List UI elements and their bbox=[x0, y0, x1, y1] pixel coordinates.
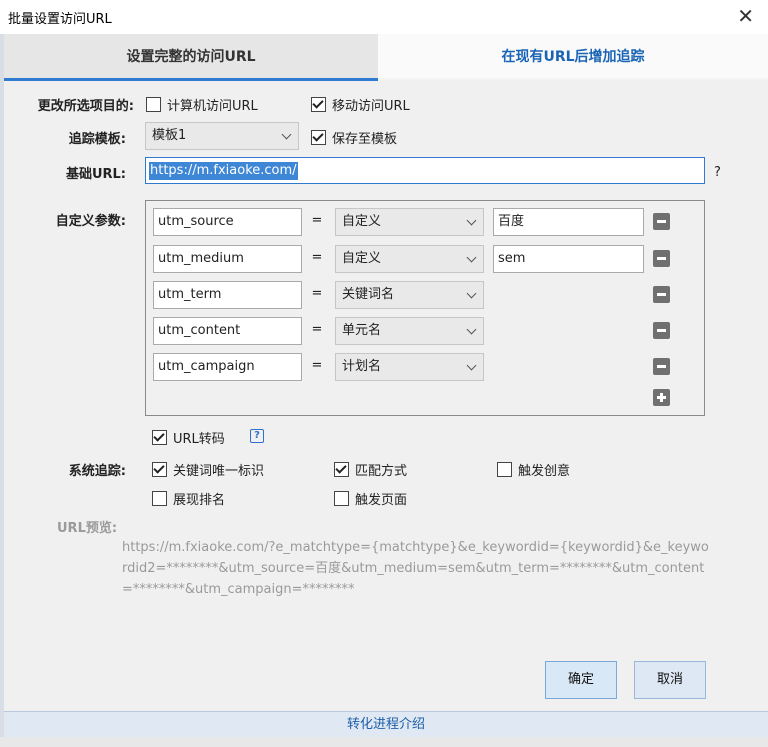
mobile-url-checkbox-box[interactable] bbox=[311, 97, 326, 112]
trigger-creative-checkbox[interactable]: 触发创意 bbox=[497, 460, 570, 479]
param-name-input[interactable]: utm_campaign bbox=[153, 353, 302, 381]
url-preview-text: https://m.fxiaoke.com/?e_matchtype={matc… bbox=[122, 540, 709, 597]
chevron-down-icon bbox=[281, 129, 292, 140]
param-type-value: 关键词名 bbox=[342, 287, 395, 302]
title-bar: 批量设置访问URL ✕ bbox=[0, 0, 768, 34]
help-icon[interactable]: ? bbox=[250, 429, 264, 443]
param-value-input[interactable]: sem bbox=[493, 245, 644, 273]
trigger-creative-checkbox-box[interactable] bbox=[497, 462, 512, 477]
pc-url-checkbox[interactable]: 计算机访问URL bbox=[146, 95, 258, 114]
param-type-select[interactable]: 单元名 bbox=[335, 317, 484, 345]
chevron-down-icon bbox=[466, 324, 477, 335]
tab-append-tracking[interactable]: 在现有URL后增加追踪 bbox=[378, 34, 768, 78]
save-template-checkbox-label: 保存至模板 bbox=[332, 132, 398, 147]
bottom-strip bbox=[0, 737, 768, 747]
equals-sign: = bbox=[311, 250, 323, 265]
window-title: 批量设置访问URL bbox=[8, 12, 112, 27]
mobile-url-checkbox-label: 移动访问URL bbox=[332, 99, 410, 114]
template-label: 追踪模板: bbox=[68, 132, 126, 147]
param-name-input[interactable]: utm_term bbox=[153, 281, 302, 309]
equals-sign: = bbox=[311, 322, 323, 337]
custom-params-panel: utm_source = 自定义 百度 utm_medium = 自定义 sem… bbox=[145, 200, 705, 416]
param-type-select[interactable]: 计划名 bbox=[335, 353, 484, 381]
url-preview-label: URL预览: bbox=[57, 521, 118, 536]
custom-params-label: 自定义参数: bbox=[55, 214, 126, 229]
equals-sign: = bbox=[311, 358, 323, 373]
chevron-down-icon bbox=[466, 288, 477, 299]
pc-url-checkbox-box[interactable] bbox=[146, 97, 161, 112]
keyword-id-checkbox-box[interactable] bbox=[152, 462, 167, 477]
trigger-page-checkbox[interactable]: 触发页面 bbox=[334, 489, 407, 508]
remove-param-icon[interactable] bbox=[653, 250, 670, 267]
remove-param-icon[interactable] bbox=[653, 358, 670, 375]
param-type-value: 单元名 bbox=[342, 323, 382, 338]
remove-param-icon[interactable] bbox=[653, 286, 670, 303]
tab-full-url[interactable]: 设置完整的访问URL bbox=[4, 34, 378, 81]
match-type-checkbox-label: 匹配方式 bbox=[355, 464, 408, 479]
template-select[interactable]: 模板1 bbox=[145, 122, 299, 150]
mobile-url-checkbox[interactable]: 移动访问URL bbox=[311, 95, 410, 114]
param-name-input[interactable]: utm_medium bbox=[153, 245, 302, 273]
base-url-label: 基础URL: bbox=[65, 167, 126, 182]
chevron-down-icon bbox=[466, 252, 477, 263]
ok-button[interactable]: 确定 bbox=[545, 661, 617, 699]
modify-target-label: 更改所选项目的: bbox=[37, 99, 134, 114]
chevron-down-icon bbox=[466, 360, 477, 371]
close-icon[interactable]: ✕ bbox=[737, 4, 754, 28]
url-encode-checkbox-box[interactable] bbox=[152, 430, 167, 445]
remove-param-icon[interactable] bbox=[653, 213, 670, 230]
param-type-value: 计划名 bbox=[342, 359, 382, 374]
param-type-select[interactable]: 关键词名 bbox=[335, 281, 484, 309]
pc-url-checkbox-label: 计算机访问URL bbox=[167, 99, 258, 114]
base-url-help-icon[interactable]: ? bbox=[714, 165, 721, 180]
base-url-value: https://m.fxiaoke.com/ bbox=[149, 162, 298, 180]
system-tracking-label: 系统追踪: bbox=[68, 464, 126, 479]
match-type-checkbox-box[interactable] bbox=[334, 462, 349, 477]
param-type-select[interactable]: 自定义 bbox=[335, 245, 484, 273]
trigger-page-checkbox-box[interactable] bbox=[334, 491, 349, 506]
trigger-creative-checkbox-label: 触发创意 bbox=[518, 464, 571, 479]
param-type-select[interactable]: 自定义 bbox=[335, 208, 484, 236]
keyword-id-checkbox-label: 关键词唯一标识 bbox=[173, 464, 265, 479]
remove-param-icon[interactable] bbox=[653, 322, 670, 339]
param-type-value: 自定义 bbox=[342, 251, 382, 266]
chevron-down-icon bbox=[466, 215, 477, 226]
template-select-value: 模板1 bbox=[152, 128, 187, 143]
conversion-intro-link[interactable]: 转化进程介绍 bbox=[4, 711, 768, 738]
show-rank-checkbox[interactable]: 展现排名 bbox=[152, 489, 225, 508]
cancel-button[interactable]: 取消 bbox=[634, 661, 706, 699]
param-name-input[interactable]: utm_source bbox=[153, 208, 302, 236]
base-url-input[interactable]: https://m.fxiaoke.com/ bbox=[145, 157, 705, 184]
url-encode-checkbox[interactable]: URL转码 bbox=[152, 428, 225, 447]
param-name-input[interactable]: utm_content bbox=[153, 317, 302, 345]
equals-sign: = bbox=[311, 286, 323, 301]
window-left-edge bbox=[0, 34, 4, 747]
save-template-checkbox-box[interactable] bbox=[311, 130, 326, 145]
save-template-checkbox[interactable]: 保存至模板 bbox=[311, 128, 397, 147]
keyword-id-checkbox[interactable]: 关键词唯一标识 bbox=[152, 460, 264, 479]
tab-bar: 设置完整的访问URL 在现有URL后增加追踪 bbox=[4, 34, 768, 81]
param-value-input[interactable]: 百度 bbox=[493, 208, 644, 236]
add-param-icon[interactable] bbox=[653, 389, 670, 406]
equals-sign: = bbox=[311, 213, 323, 228]
show-rank-checkbox-box[interactable] bbox=[152, 491, 167, 506]
param-type-value: 自定义 bbox=[342, 214, 382, 229]
url-encode-checkbox-label: URL转码 bbox=[173, 432, 225, 447]
show-rank-checkbox-label: 展现排名 bbox=[173, 493, 226, 508]
trigger-page-checkbox-label: 触发页面 bbox=[355, 493, 408, 508]
match-type-checkbox[interactable]: 匹配方式 bbox=[334, 460, 407, 479]
